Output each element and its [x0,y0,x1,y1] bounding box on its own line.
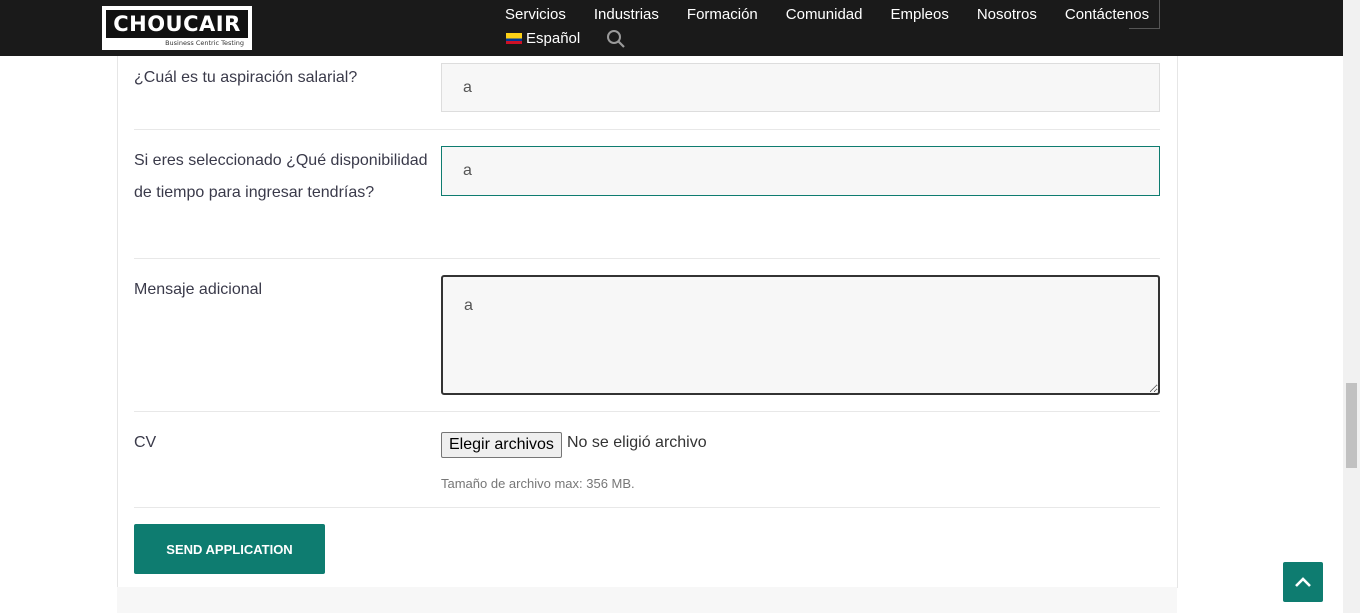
colombia-flag-icon [506,33,522,44]
logo-tagline: Business Centric Testing [165,39,244,47]
logo[interactable]: CHOUCAIR Business Centric Testing [102,6,252,50]
availability-input[interactable] [441,146,1160,196]
page-footer-strip [117,587,1177,613]
row-divider [134,411,1160,412]
scrollbar-track[interactable] [1343,0,1360,613]
chevron-up-icon [1295,577,1311,587]
choose-file-button[interactable]: Elegir archivos [441,432,562,458]
nav-item-nosotros[interactable]: Nosotros [977,6,1037,23]
language-label: Español [526,30,581,47]
message-label: Mensaje adicional [134,281,263,298]
file-size-hint: Tamaño de archivo max: 356 MB. [441,476,635,491]
language-selector[interactable]: Español [506,30,580,47]
search-icon[interactable] [606,29,626,49]
scrollbar-thumb[interactable] [1346,383,1357,468]
logo-box: CHOUCAIR [106,10,248,38]
logo-text: CHOUCAIR [113,12,241,36]
nav-item-formacion[interactable]: Formación [687,6,758,23]
row-divider [134,129,1160,130]
nav-item-empleos[interactable]: Empleos [890,6,948,23]
back-to-top-button[interactable] [1283,562,1323,602]
main-nav: Servicios Industrias Formación Comunidad… [491,6,1163,23]
nav-item-contactenos[interactable]: Contáctenos [1065,6,1149,23]
nav-item-industrias[interactable]: Industrias [594,6,659,23]
site-header: CHOUCAIR Business Centric Testing Servic… [0,0,1343,56]
send-application-button[interactable]: SEND APPLICATION [134,524,325,574]
row-divider [134,258,1160,259]
file-status: No se eligió archivo [567,434,707,451]
nav-item-servicios[interactable]: Servicios [505,6,566,23]
availability-label: Si eres seleccionado ¿Qué disponibilidad… [134,152,428,201]
message-textarea[interactable]: a [441,275,1160,395]
cv-label: CV [134,434,157,451]
salary-label: ¿Cuál es tu aspiración salarial? [134,69,358,86]
row-divider [134,507,1160,508]
salary-input[interactable] [441,63,1160,112]
nav-item-comunidad[interactable]: Comunidad [786,6,863,23]
